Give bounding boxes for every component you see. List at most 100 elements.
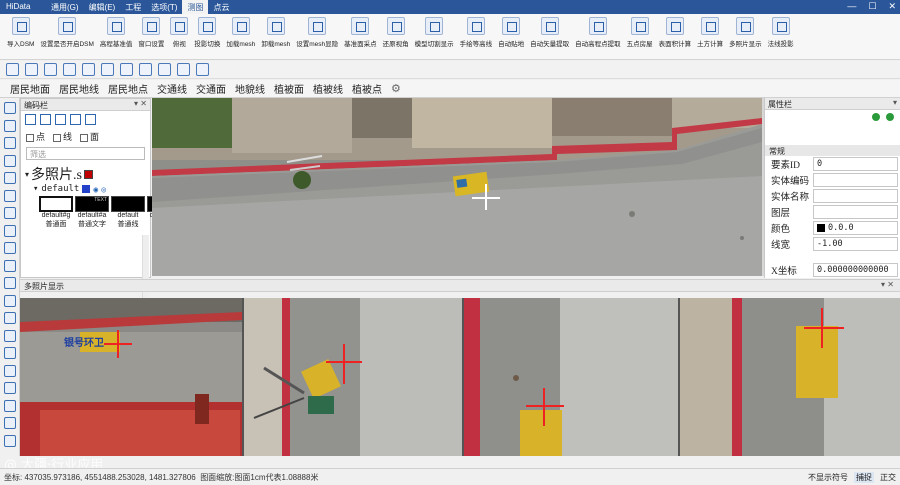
tree-icon[interactable] (40, 114, 51, 125)
gear-icon[interactable]: ⚙ (391, 82, 401, 95)
layer-button[interactable]: 交通线 (157, 81, 187, 96)
layer-button[interactable]: 植被点 (352, 81, 382, 96)
menu-options[interactable]: 选项(T) (146, 0, 182, 14)
tool-icon[interactable] (4, 312, 16, 324)
check-point[interactable]: 点 (26, 130, 45, 143)
ribbon-button[interactable]: 卸载mesh (258, 14, 293, 60)
main-map-view[interactable] (152, 98, 762, 276)
chart-icon[interactable] (44, 63, 57, 76)
ribbon-button[interactable]: 设置mesh显隐 (293, 14, 341, 60)
toggle-symbol[interactable]: 不显示符号 (808, 472, 848, 483)
photo-3[interactable] (464, 298, 678, 456)
layer-button[interactable]: 地貌线 (235, 81, 265, 96)
tool-icon[interactable] (4, 137, 16, 149)
ribbon-button[interactable]: 投影切换 (191, 14, 223, 60)
curve-icon[interactable] (177, 63, 190, 76)
ribbon-button[interactable]: 还原视角 (380, 14, 412, 60)
ribbon-button[interactable]: 自动高程点提取 (572, 14, 624, 60)
tool-icon[interactable] (4, 172, 16, 184)
ribbon-button[interactable]: 手绘等高线 (457, 14, 496, 60)
symbol-thumb[interactable]: default#g 普通面 (39, 196, 73, 229)
layer-button[interactable]: 植被线 (313, 81, 343, 96)
ribbon-button[interactable]: 自动矢量提取 (527, 14, 572, 60)
symbol-thumb[interactable]: default 普通线 (111, 196, 145, 229)
tool-icon[interactable] (4, 364, 16, 377)
settings-icon[interactable] (196, 63, 209, 76)
maximize-icon[interactable]: ☐ (868, 1, 876, 12)
property-value[interactable]: 0.0.0 (813, 221, 898, 235)
tool-icon[interactable] (4, 329, 16, 342)
layer-button[interactable]: 植被面 (274, 81, 304, 96)
expand-arrow-icon[interactable]: ▾ (25, 170, 29, 179)
property-value[interactable]: -1.00 (813, 237, 898, 251)
grid-icon[interactable] (6, 63, 19, 76)
tree-default[interactable]: ▾ default ◉ ◎ (25, 184, 146, 194)
ribbon-button[interactable]: 导入DSM (4, 14, 37, 60)
ribbon-button[interactable]: 俯视 (167, 14, 191, 60)
ribbon-button[interactable]: 窗口设置 (135, 14, 167, 60)
pin-icon[interactable]: ▾ ✕ (134, 99, 147, 108)
envelope-icon[interactable] (101, 63, 114, 76)
tool-icon[interactable] (4, 207, 16, 219)
minimize-icon[interactable]: — (847, 1, 856, 12)
menu-general[interactable]: 通用(G) (46, 0, 84, 14)
ribbon-button[interactable]: 高程基准值 (97, 14, 136, 60)
tool-icon[interactable] (4, 277, 16, 289)
tool-icon[interactable] (4, 102, 16, 114)
pin-icon[interactable]: ▾ ✕ (881, 280, 894, 289)
photo-1[interactable]: 银号环卫 (20, 298, 242, 456)
menu-project[interactable]: 工程 (120, 0, 146, 14)
ribbon-button[interactable]: 设置是否开启DSM (37, 14, 96, 60)
property-value[interactable] (813, 173, 898, 187)
tool-icon[interactable] (4, 294, 16, 307)
grid-view-icon[interactable] (55, 114, 66, 125)
ribbon-button[interactable]: 加载mesh (223, 14, 258, 60)
symbol-thumb[interactable]: TEXT default#a 普通文字 (75, 196, 109, 229)
menu-pointcloud[interactable]: 点云 (208, 0, 234, 14)
menu-edit[interactable]: 编辑(E) (84, 0, 121, 14)
photo-4[interactable] (680, 298, 900, 456)
tool-icon[interactable] (4, 242, 16, 254)
photo-2[interactable] (244, 298, 462, 456)
property-value[interactable] (813, 205, 898, 219)
tool-icon[interactable] (4, 382, 16, 394)
property-value[interactable]: 0 (813, 157, 898, 171)
pen-icon[interactable] (120, 63, 133, 76)
property-value[interactable]: 0.000000000000 (813, 263, 898, 277)
ribbon-button[interactable]: 土方计算 (694, 14, 726, 60)
sort-icon[interactable] (70, 114, 81, 125)
ribbon-button[interactable]: 模型切割显示 (412, 14, 457, 60)
ribbon-button[interactable]: 法线投影 (765, 14, 797, 60)
eye-icon[interactable]: ◉ (93, 185, 98, 194)
tool-icon[interactable] (4, 154, 16, 167)
tool-icon[interactable] (4, 417, 16, 429)
layer-button[interactable]: 居民地点 (108, 81, 148, 96)
layer-button[interactable]: 居民地面 (10, 81, 50, 96)
layer-button[interactable]: 交通面 (196, 81, 226, 96)
tag-icon[interactable] (82, 63, 95, 76)
expand-arrow-icon[interactable]: ▾ (33, 184, 38, 194)
lock-icon[interactable]: ◎ (101, 185, 106, 194)
ribbon-button[interactable]: 多照片显示 (726, 14, 765, 60)
tool-icon[interactable] (4, 434, 16, 447)
ribbon-button[interactable]: 表面积计算 (656, 14, 695, 60)
filter-input[interactable]: 筛选 (26, 147, 145, 160)
ribbon-button[interactable]: 自动贴地 (495, 14, 527, 60)
tool-icon[interactable] (4, 347, 16, 359)
tool-icon[interactable] (4, 399, 16, 412)
check-face[interactable]: 面 (80, 130, 99, 143)
tool-icon[interactable] (4, 119, 16, 132)
arrow-icon[interactable] (158, 63, 171, 76)
color-swatch[interactable] (83, 169, 93, 179)
layer-button[interactable]: 居民地线 (59, 81, 99, 96)
ribbon-button[interactable]: 基准面采点 (341, 14, 380, 60)
tool-icon[interactable] (4, 224, 16, 237)
check-line[interactable]: 线 (53, 130, 72, 143)
tool-icon[interactable] (4, 189, 16, 202)
collapse-icon[interactable] (85, 114, 96, 125)
tool-icon[interactable] (4, 259, 16, 272)
menu-mapping[interactable]: 测图 (182, 0, 209, 14)
polygon-icon[interactable] (139, 63, 152, 76)
list-icon[interactable] (25, 114, 36, 125)
layers-icon[interactable] (63, 63, 76, 76)
